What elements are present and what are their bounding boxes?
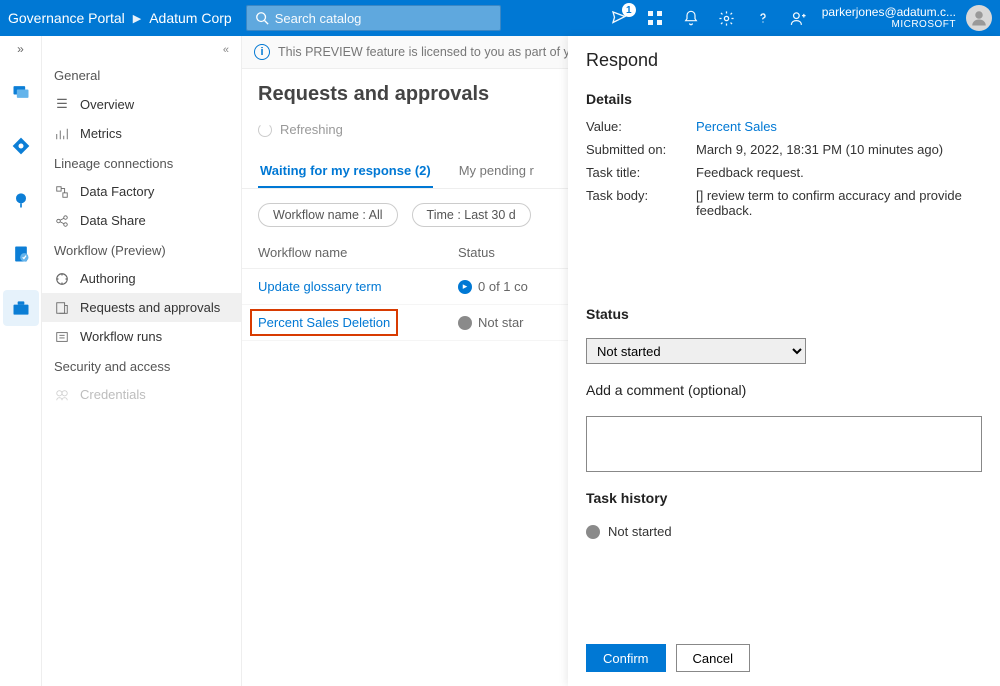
row-name[interactable]: Update glossary term	[258, 279, 382, 294]
sidebar-item-overview[interactable]: ☰Overview	[42, 89, 241, 119]
breadcrumb: Governance Portal ▶ Adatum Corp	[0, 0, 242, 36]
account-email: parkerjones@adatum.c...	[822, 5, 956, 19]
detail-task-title: Feedback request.	[696, 165, 982, 180]
chevron-right-icon: ▶	[133, 12, 141, 25]
header: Governance Portal ▶ Adatum Corp Search c…	[0, 0, 1000, 36]
history-heading: Task history	[586, 490, 982, 506]
sidebar-group-lineage: Lineage connections	[42, 148, 241, 177]
list-icon: ☰	[54, 96, 70, 112]
col-header-name[interactable]: Workflow name	[258, 245, 458, 260]
notifications-icon[interactable]: 1	[608, 7, 630, 29]
chart-icon	[54, 127, 70, 141]
detail-label-task-title: Task title:	[586, 165, 696, 180]
feedback-icon[interactable]	[788, 7, 810, 29]
sidebar-item-requests[interactable]: Requests and approvals	[42, 293, 241, 322]
detail-label-submitted: Submitted on:	[586, 142, 696, 157]
gear-icon[interactable]	[716, 7, 738, 29]
search-icon	[255, 11, 269, 25]
sidebar-collapse-icon[interactable]: «	[42, 40, 241, 60]
rail-item-policy[interactable]	[3, 236, 39, 272]
account-org: MICROSOFT	[892, 19, 957, 31]
search: Search catalog	[246, 5, 501, 31]
status-not-started-icon	[458, 316, 472, 330]
sidebar-item-metrics[interactable]: Metrics	[42, 119, 241, 148]
detail-task-body: [] review term to confirm accuracy and p…	[696, 188, 982, 218]
rail-item-sources[interactable]	[3, 74, 39, 110]
avatar[interactable]	[966, 5, 992, 31]
tab-waiting[interactable]: Waiting for my response (2)	[258, 153, 433, 188]
rail-expand-icon[interactable]: »	[17, 42, 24, 56]
panel-title: Respond	[586, 50, 982, 71]
status-in-progress-icon: ▸	[458, 280, 472, 294]
factory-icon	[54, 185, 70, 199]
comment-textarea[interactable]	[586, 416, 982, 472]
sidebar: « General ☰Overview Metrics Lineage conn…	[42, 36, 242, 686]
rail-item-management[interactable]	[3, 290, 39, 326]
rail-item-insights[interactable]	[3, 182, 39, 218]
header-tools: 1	[602, 7, 816, 29]
detail-label-task-body: Task body:	[586, 188, 696, 218]
sidebar-item-data-factory[interactable]: Data Factory	[42, 177, 241, 206]
bell-icon[interactable]	[680, 7, 702, 29]
notification-badge: 1	[622, 3, 636, 17]
authoring-icon	[54, 272, 70, 286]
runs-icon	[54, 330, 70, 344]
help-icon[interactable]	[752, 7, 774, 29]
panel-actions: Confirm Cancel	[586, 632, 982, 686]
confirm-button[interactable]: Confirm	[586, 644, 666, 672]
sidebar-item-data-share[interactable]: Data Share	[42, 206, 241, 235]
history-item: Not started	[586, 524, 982, 539]
tab-pending[interactable]: My pending r	[457, 153, 536, 188]
filter-time[interactable]: Time : Last 30 d	[412, 203, 531, 227]
search-placeholder: Search catalog	[275, 11, 362, 26]
cancel-button[interactable]: Cancel	[676, 644, 750, 672]
respond-panel: Respond Details Value:Percent Sales Subm…	[568, 36, 1000, 686]
details-heading: Details	[586, 91, 982, 107]
status-select[interactable]: Not started	[586, 338, 806, 364]
breadcrumb-org[interactable]: Adatum Corp	[149, 10, 231, 26]
detail-label-value: Value:	[586, 119, 696, 134]
rail-item-map[interactable]	[3, 128, 39, 164]
info-icon: i	[254, 44, 270, 60]
sidebar-group-general: General	[42, 60, 241, 89]
requests-icon	[54, 301, 70, 315]
status-not-started-icon	[586, 525, 600, 539]
spinner-icon	[258, 123, 272, 137]
filter-workflow-name[interactable]: Workflow name : All	[258, 203, 398, 227]
sidebar-item-credentials[interactable]: Credentials	[42, 380, 241, 409]
sidebar-item-authoring[interactable]: Authoring	[42, 264, 241, 293]
status-heading: Status	[586, 306, 982, 322]
sidebar-group-workflow: Workflow (Preview)	[42, 235, 241, 264]
row-name[interactable]: Percent Sales Deletion	[258, 315, 390, 330]
account[interactable]: parkerjones@adatum.c... MICROSOFT	[816, 5, 962, 31]
search-input[interactable]: Search catalog	[246, 5, 501, 31]
credentials-icon	[54, 388, 70, 402]
detail-submitted: March 9, 2022, 18:31 PM (10 minutes ago)	[696, 142, 982, 157]
share-icon	[54, 214, 70, 228]
comment-heading: Add a comment (optional)	[586, 382, 982, 398]
apps-icon[interactable]	[644, 7, 666, 29]
sidebar-group-security: Security and access	[42, 351, 241, 380]
detail-value[interactable]: Percent Sales	[696, 119, 982, 134]
sidebar-item-runs[interactable]: Workflow runs	[42, 322, 241, 351]
nav-rail: »	[0, 36, 42, 686]
brand-name[interactable]: Governance Portal	[8, 10, 125, 26]
